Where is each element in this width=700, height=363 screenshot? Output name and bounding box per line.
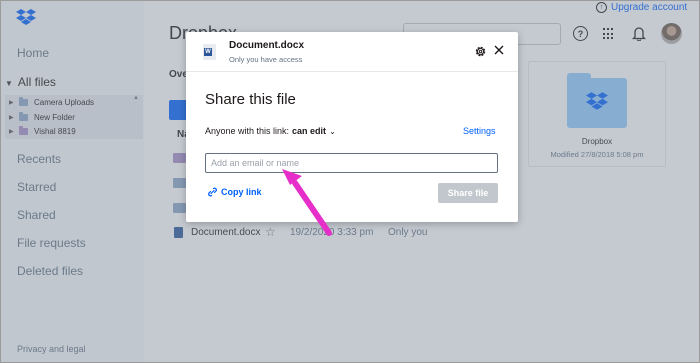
settings-link[interactable]: Settings xyxy=(463,126,496,136)
share-file-button[interactable]: Share file xyxy=(438,183,498,203)
dialog-header: Document.docx Only you have access xyxy=(186,32,518,72)
chevron-down-icon[interactable]: ⌄ xyxy=(329,127,336,136)
permission-label: Anyone with this link: xyxy=(205,126,290,136)
email-field[interactable] xyxy=(205,153,498,173)
link-permission: Anyone with this link: can edit ⌄ xyxy=(205,126,336,136)
dropbox-app: Home ▼ All files ▲ ▶ Camera Uploads ▶ New… xyxy=(1,1,699,362)
dialog-title: Share this file xyxy=(205,91,296,108)
copy-link-label: Copy link xyxy=(221,187,262,197)
dialog-access-text: Only you have access xyxy=(229,55,303,64)
word-doc-icon xyxy=(203,44,216,60)
permission-dropdown[interactable]: can edit xyxy=(292,126,326,136)
link-icon xyxy=(208,187,217,197)
copy-link-button[interactable]: Copy link xyxy=(208,187,262,197)
gear-icon[interactable] xyxy=(474,45,487,58)
dialog-file-name: Document.docx xyxy=(229,40,305,51)
close-icon[interactable] xyxy=(493,44,505,56)
share-dialog: Document.docx Only you have access Share… xyxy=(186,32,518,222)
